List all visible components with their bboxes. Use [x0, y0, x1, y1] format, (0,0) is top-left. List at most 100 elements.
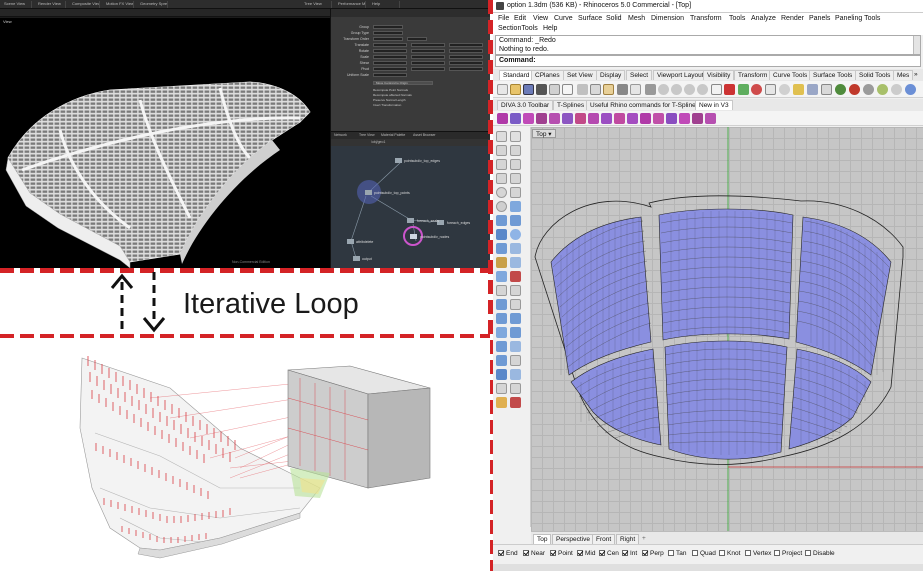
osnap-checkbox[interactable]: [498, 550, 504, 556]
tspline-sphere-icon[interactable]: [536, 113, 547, 124]
tspline-bridge-icon[interactable]: [588, 113, 599, 124]
zoom-selected-icon[interactable]: [697, 84, 708, 95]
param-checkbox[interactable]: Invert Transformation: [373, 103, 401, 107]
grid-icon[interactable]: [724, 84, 735, 95]
node-label[interactable]: output: [362, 257, 372, 261]
param-field[interactable]: [373, 25, 403, 29]
param-field[interactable]: [373, 73, 407, 77]
point-tool-icon[interactable]: [510, 131, 521, 142]
check-tool-icon[interactable]: [510, 383, 521, 394]
osnap-checkbox[interactable]: [805, 550, 811, 556]
node-label[interactable]: attribdelete: [356, 240, 373, 244]
param-field[interactable]: [449, 67, 483, 71]
circle-tool-icon[interactable]: [496, 187, 507, 198]
environment-icon[interactable]: [835, 84, 846, 95]
houdini-tab[interactable]: Scene View: [0, 1, 32, 8]
mesh-tool-icon[interactable]: [510, 243, 521, 254]
import-icon[interactable]: [549, 84, 560, 95]
menu-panels[interactable]: Panels: [809, 15, 830, 22]
node-label[interactable]: foreach_seats: [417, 219, 439, 223]
print-icon[interactable]: [536, 84, 547, 95]
four-views-icon[interactable]: [711, 84, 722, 95]
network-tab[interactable]: Material Palette: [381, 133, 405, 137]
menu-help[interactable]: Help: [543, 25, 557, 32]
toolbar-tab-tsplines[interactable]: T-Splines: [553, 100, 589, 110]
zoom-extents-icon[interactable]: [684, 84, 695, 95]
houdini-tab[interactable]: Motion FX View: [102, 1, 134, 8]
osnap-int[interactable]: Int: [622, 550, 637, 557]
osnap-cen[interactable]: Cen: [599, 550, 619, 557]
box-tool-icon[interactable]: [496, 229, 507, 240]
toolbar-tab-select[interactable]: Select: [626, 70, 653, 80]
menu-surface[interactable]: Surface: [578, 15, 602, 22]
split-tool-icon[interactable]: [510, 299, 521, 310]
tspline-smooth-icon[interactable]: [627, 113, 638, 124]
zoom-icon[interactable]: [658, 84, 669, 95]
polygon-tool-icon[interactable]: [510, 187, 521, 198]
viewport-title-tab[interactable]: Top ▾: [532, 129, 556, 138]
osnap-checkbox[interactable]: [577, 550, 583, 556]
menu-file[interactable]: File: [498, 15, 509, 22]
menu-mesh[interactable]: Mesh: [628, 15, 645, 22]
polyline-tool-icon[interactable]: [496, 145, 507, 156]
rendered-sphere-icon[interactable]: [849, 84, 860, 95]
interpolate-tool-icon[interactable]: [510, 159, 521, 170]
network-tab[interactable]: Tree View: [359, 133, 375, 137]
param-checkbox[interactable]: Recompute affected Normals: [373, 93, 412, 97]
toolbar-tab-new-in-v3[interactable]: New in V3: [695, 100, 733, 110]
osnap-checkbox[interactable]: [550, 550, 556, 556]
toolbar-tab-cplanes[interactable]: CPlanes: [531, 70, 564, 80]
contour-tool-icon[interactable]: [510, 369, 521, 380]
osnap-checkbox[interactable]: [642, 550, 648, 556]
node-label[interactable]: foreach_edges: [447, 221, 470, 225]
toolbar-tab-transform[interactable]: Transform: [734, 70, 772, 80]
copy-icon[interactable]: [590, 84, 601, 95]
tspline-mirror-icon[interactable]: [679, 113, 690, 124]
save-icon[interactable]: [523, 84, 534, 95]
mirror-tool-icon[interactable]: [496, 341, 507, 352]
param-field[interactable]: [373, 67, 407, 71]
toolbar-tab-viewport-layout[interactable]: Viewport Layout: [653, 70, 708, 80]
toolbar-tab-surface-tools[interactable]: Surface Tools: [809, 70, 857, 80]
zoom-window-icon[interactable]: [671, 84, 682, 95]
add-viewport-icon[interactable]: +: [639, 534, 649, 543]
undo-icon[interactable]: [617, 84, 628, 95]
rotate-view-icon[interactable]: [645, 84, 656, 95]
extrude-tool-icon[interactable]: [510, 257, 521, 268]
arc-tool-icon[interactable]: [496, 173, 507, 184]
tspline-plane-icon[interactable]: [510, 113, 521, 124]
param-field[interactable]: [373, 55, 407, 59]
menu-paneling-tools[interactable]: Paneling Tools: [835, 15, 880, 22]
rectangle-tool-icon[interactable]: [510, 173, 521, 184]
param-field[interactable]: [411, 55, 445, 59]
paste-icon[interactable]: [603, 84, 614, 95]
menu-render[interactable]: Render: [781, 15, 804, 22]
shade-icon[interactable]: [779, 84, 790, 95]
surface-tool-icon[interactable]: [496, 215, 507, 226]
analyze-tool-icon[interactable]: [496, 383, 507, 394]
param-field[interactable]: [373, 37, 403, 41]
network-tab[interactable]: Network: [334, 133, 347, 137]
toolbar-tab-diva[interactable]: DIVA 3.0 Toolbar: [497, 100, 554, 110]
node-label[interactable]: pointsubdiv_top_edges: [404, 159, 440, 163]
toolbar-tab-tsplines-commands[interactable]: Useful Rhino commands for T-Splines: [586, 100, 703, 110]
menu-edit[interactable]: Edit: [514, 15, 526, 22]
toolbar-tab-standard[interactable]: Standard: [499, 70, 534, 80]
osnap-checkbox[interactable]: [774, 550, 780, 556]
param-field[interactable]: [449, 49, 483, 53]
param-field[interactable]: [373, 43, 407, 47]
export-icon[interactable]: [562, 84, 573, 95]
tspline-repair-icon[interactable]: [705, 113, 716, 124]
param-field[interactable]: [411, 67, 445, 71]
rotate-tool-icon[interactable]: [496, 327, 507, 338]
join-tool-icon[interactable]: [496, 285, 507, 296]
cut-icon[interactable]: [577, 84, 588, 95]
network-tab[interactable]: Asset Browser: [413, 133, 436, 137]
select-all-icon[interactable]: [765, 84, 776, 95]
properties-icon[interactable]: [751, 84, 762, 95]
osnap-checkbox[interactable]: [523, 550, 529, 556]
osnap-checkbox[interactable]: [622, 550, 628, 556]
houdini-tab[interactable]: Render View: [34, 1, 66, 8]
top-viewport[interactable]: Top ▾: [531, 127, 923, 531]
cylinder-tool-icon[interactable]: [496, 243, 507, 254]
